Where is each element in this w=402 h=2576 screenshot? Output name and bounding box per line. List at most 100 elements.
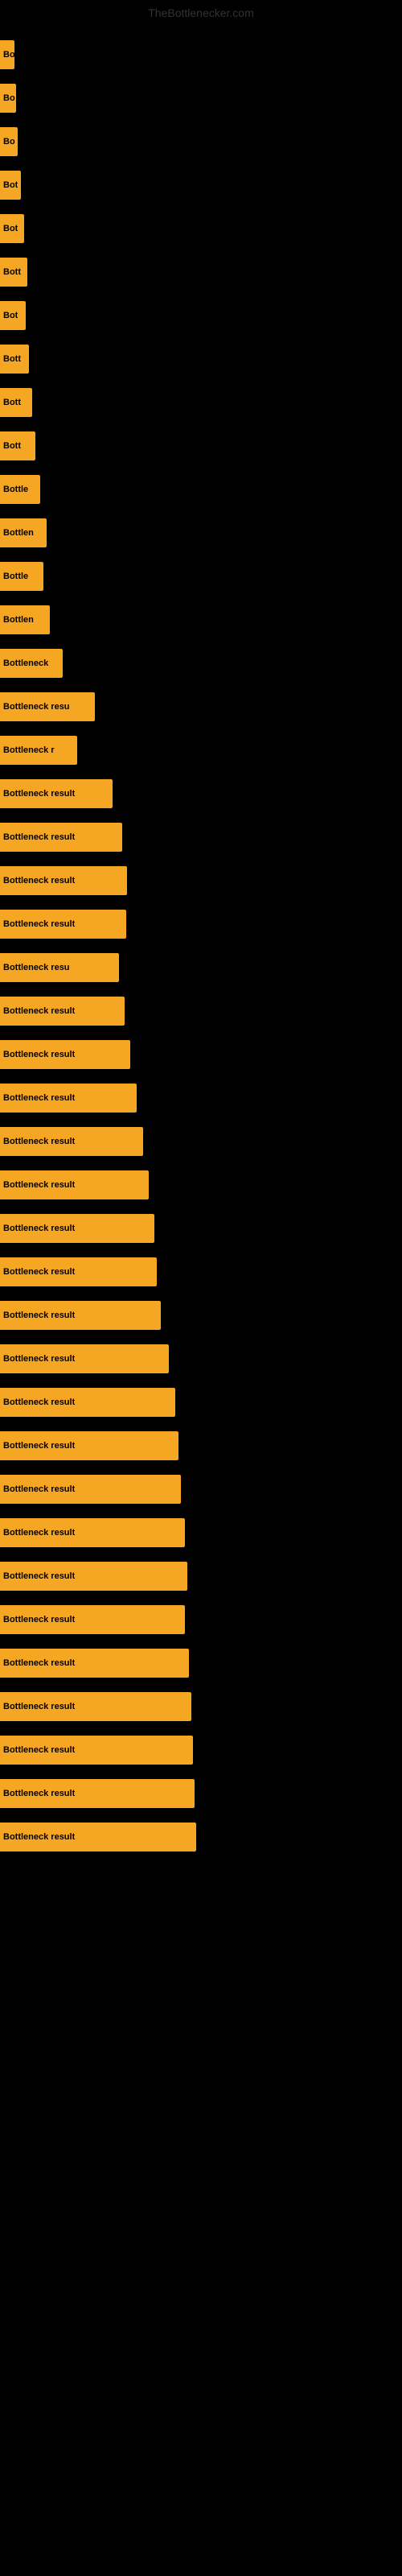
bar-item[interactable]: Bottleneck result — [0, 823, 122, 852]
bar-row: Bottleneck result — [0, 1034, 402, 1075]
bar-row: Bottleneck result — [0, 903, 402, 945]
bar-item[interactable]: Bottleneck result — [0, 1475, 181, 1504]
bar-item[interactable]: Bo — [0, 127, 18, 156]
site-title: TheBottlenecker.com — [0, 0, 402, 26]
bar-label: Bottlen — [3, 528, 34, 538]
bar-row: Bottleneck result — [0, 990, 402, 1032]
bar-label: Bottleneck result — [3, 1137, 75, 1146]
bar-row: Bottleneck resu — [0, 686, 402, 728]
bar-item[interactable]: Bot — [0, 214, 24, 243]
bar-row: Bottleneck result — [0, 1512, 402, 1554]
bar-label: Bott — [3, 354, 21, 364]
bar-row: Bottleneck resu — [0, 947, 402, 989]
bar-row: Bo — [0, 77, 402, 119]
bar-label: Bottleneck result — [3, 1050, 75, 1059]
bar-row: Bottleneck result — [0, 1642, 402, 1684]
bar-label: Bottleneck result — [3, 1006, 75, 1016]
bar-label: Bottleneck result — [3, 789, 75, 799]
bar-label: Bo — [3, 50, 14, 60]
bar-item[interactable]: Bottleneck result — [0, 1649, 189, 1678]
bar-row: Bottleneck result — [0, 773, 402, 815]
bar-label: Bottleneck result — [3, 876, 75, 886]
bar-row: Bot — [0, 164, 402, 206]
bar-item[interactable]: Bottleneck result — [0, 1301, 161, 1330]
bar-row: Bottleneck result — [0, 1686, 402, 1728]
bar-label: Bottleneck result — [3, 1615, 75, 1624]
bar-item[interactable]: Bot — [0, 171, 21, 200]
bar-item[interactable]: Bottleneck result — [0, 1084, 137, 1113]
bar-item[interactable]: Bottlen — [0, 518, 47, 547]
bar-item[interactable]: Bottleneck result — [0, 779, 113, 808]
bar-row: Bottleneck result — [0, 1425, 402, 1467]
bar-label: Bottleneck result — [3, 1528, 75, 1538]
bar-row: Bottle — [0, 469, 402, 510]
bar-item[interactable]: Bottleneck result — [0, 1170, 149, 1199]
bar-item[interactable]: Bottleneck result — [0, 1214, 154, 1243]
bar-item[interactable]: Bottleneck resu — [0, 953, 119, 982]
bar-item[interactable]: Bottleneck result — [0, 910, 126, 939]
bar-row: Bott — [0, 425, 402, 467]
bar-item[interactable]: Bottleneck result — [0, 1127, 143, 1156]
bar-item[interactable]: Bottleneck r — [0, 736, 77, 765]
bar-label: Bottleneck result — [3, 1397, 75, 1407]
bar-row: Bottleneck result — [0, 1208, 402, 1249]
bar-row: Bottle — [0, 555, 402, 597]
bar-item[interactable]: Bottleneck result — [0, 1779, 195, 1808]
bar-row: Bottleneck result — [0, 1468, 402, 1510]
bar-item[interactable]: Bott — [0, 258, 27, 287]
bar-label: Bo — [3, 137, 15, 147]
bar-item[interactable]: Bottleneck result — [0, 1388, 175, 1417]
bar-row: Bottleneck result — [0, 1121, 402, 1162]
bar-label: Bott — [3, 398, 21, 407]
bar-row: Bott — [0, 251, 402, 293]
bar-item[interactable]: Bottleneck result — [0, 1518, 185, 1547]
bar-label: Bottle — [3, 485, 28, 494]
bar-item[interactable]: Bottleneck resu — [0, 692, 95, 721]
bar-item[interactable]: Bottlen — [0, 605, 50, 634]
bar-item[interactable]: Bott — [0, 388, 32, 417]
bar-item[interactable]: Bottleneck result — [0, 1605, 185, 1634]
bar-item[interactable]: Bott — [0, 345, 29, 374]
bar-item[interactable]: Bott — [0, 431, 35, 460]
bar-label: Bottleneck result — [3, 1658, 75, 1668]
bar-item[interactable]: Bottle — [0, 562, 43, 591]
bar-label: Bottleneck resu — [3, 702, 70, 712]
bar-item[interactable]: Bottleneck result — [0, 1257, 157, 1286]
bar-item[interactable]: Bottleneck — [0, 649, 63, 678]
bar-label: Bottleneck result — [3, 1093, 75, 1103]
bar-row: Bottleneck — [0, 642, 402, 684]
bar-label: Bott — [3, 441, 21, 451]
bar-item[interactable]: Bottle — [0, 475, 40, 504]
bar-label: Bo — [3, 93, 15, 103]
bar-item[interactable]: Bottleneck result — [0, 1344, 169, 1373]
title-text: TheBottlenecker.com — [148, 6, 254, 19]
bar-row: Bottleneck result — [0, 1338, 402, 1380]
bar-item[interactable]: Bot — [0, 301, 26, 330]
bar-label: Bottleneck — [3, 658, 48, 668]
bar-item[interactable]: Bo — [0, 40, 14, 69]
bar-row: Bottlen — [0, 599, 402, 641]
bar-row: Bottleneck result — [0, 1773, 402, 1814]
bar-label: Bot — [3, 311, 18, 320]
bar-row: Bottleneck result — [0, 1251, 402, 1293]
bar-row: Bottleneck result — [0, 1381, 402, 1423]
bar-label: Bottleneck result — [3, 1311, 75, 1320]
bar-row: Bottleneck result — [0, 1164, 402, 1206]
bar-item[interactable]: Bottleneck result — [0, 1692, 191, 1721]
bar-item[interactable]: Bottleneck result — [0, 1823, 196, 1852]
bar-row: Bottleneck result — [0, 1599, 402, 1641]
bar-item[interactable]: Bottleneck result — [0, 997, 125, 1026]
bar-row: Bottleneck result — [0, 816, 402, 858]
bar-item[interactable]: Bottleneck result — [0, 1736, 193, 1765]
bar-label: Bottleneck result — [3, 1484, 75, 1494]
bar-item[interactable]: Bottleneck result — [0, 1431, 178, 1460]
bar-item[interactable]: Bottleneck result — [0, 1562, 187, 1591]
bar-label: Bottleneck result — [3, 1789, 75, 1798]
bar-label: Bottleneck result — [3, 1571, 75, 1581]
bar-item[interactable]: Bo — [0, 84, 16, 113]
bar-label: Bottlen — [3, 615, 34, 625]
bar-row: Bot — [0, 208, 402, 250]
bar-item[interactable]: Bottleneck result — [0, 866, 127, 895]
bars-container: Bo Bo Bo Bot Bot Bott Bot Bott Bott Bott Bottle Bot… — [0, 26, 402, 1868]
bar-item[interactable]: Bottleneck result — [0, 1040, 130, 1069]
